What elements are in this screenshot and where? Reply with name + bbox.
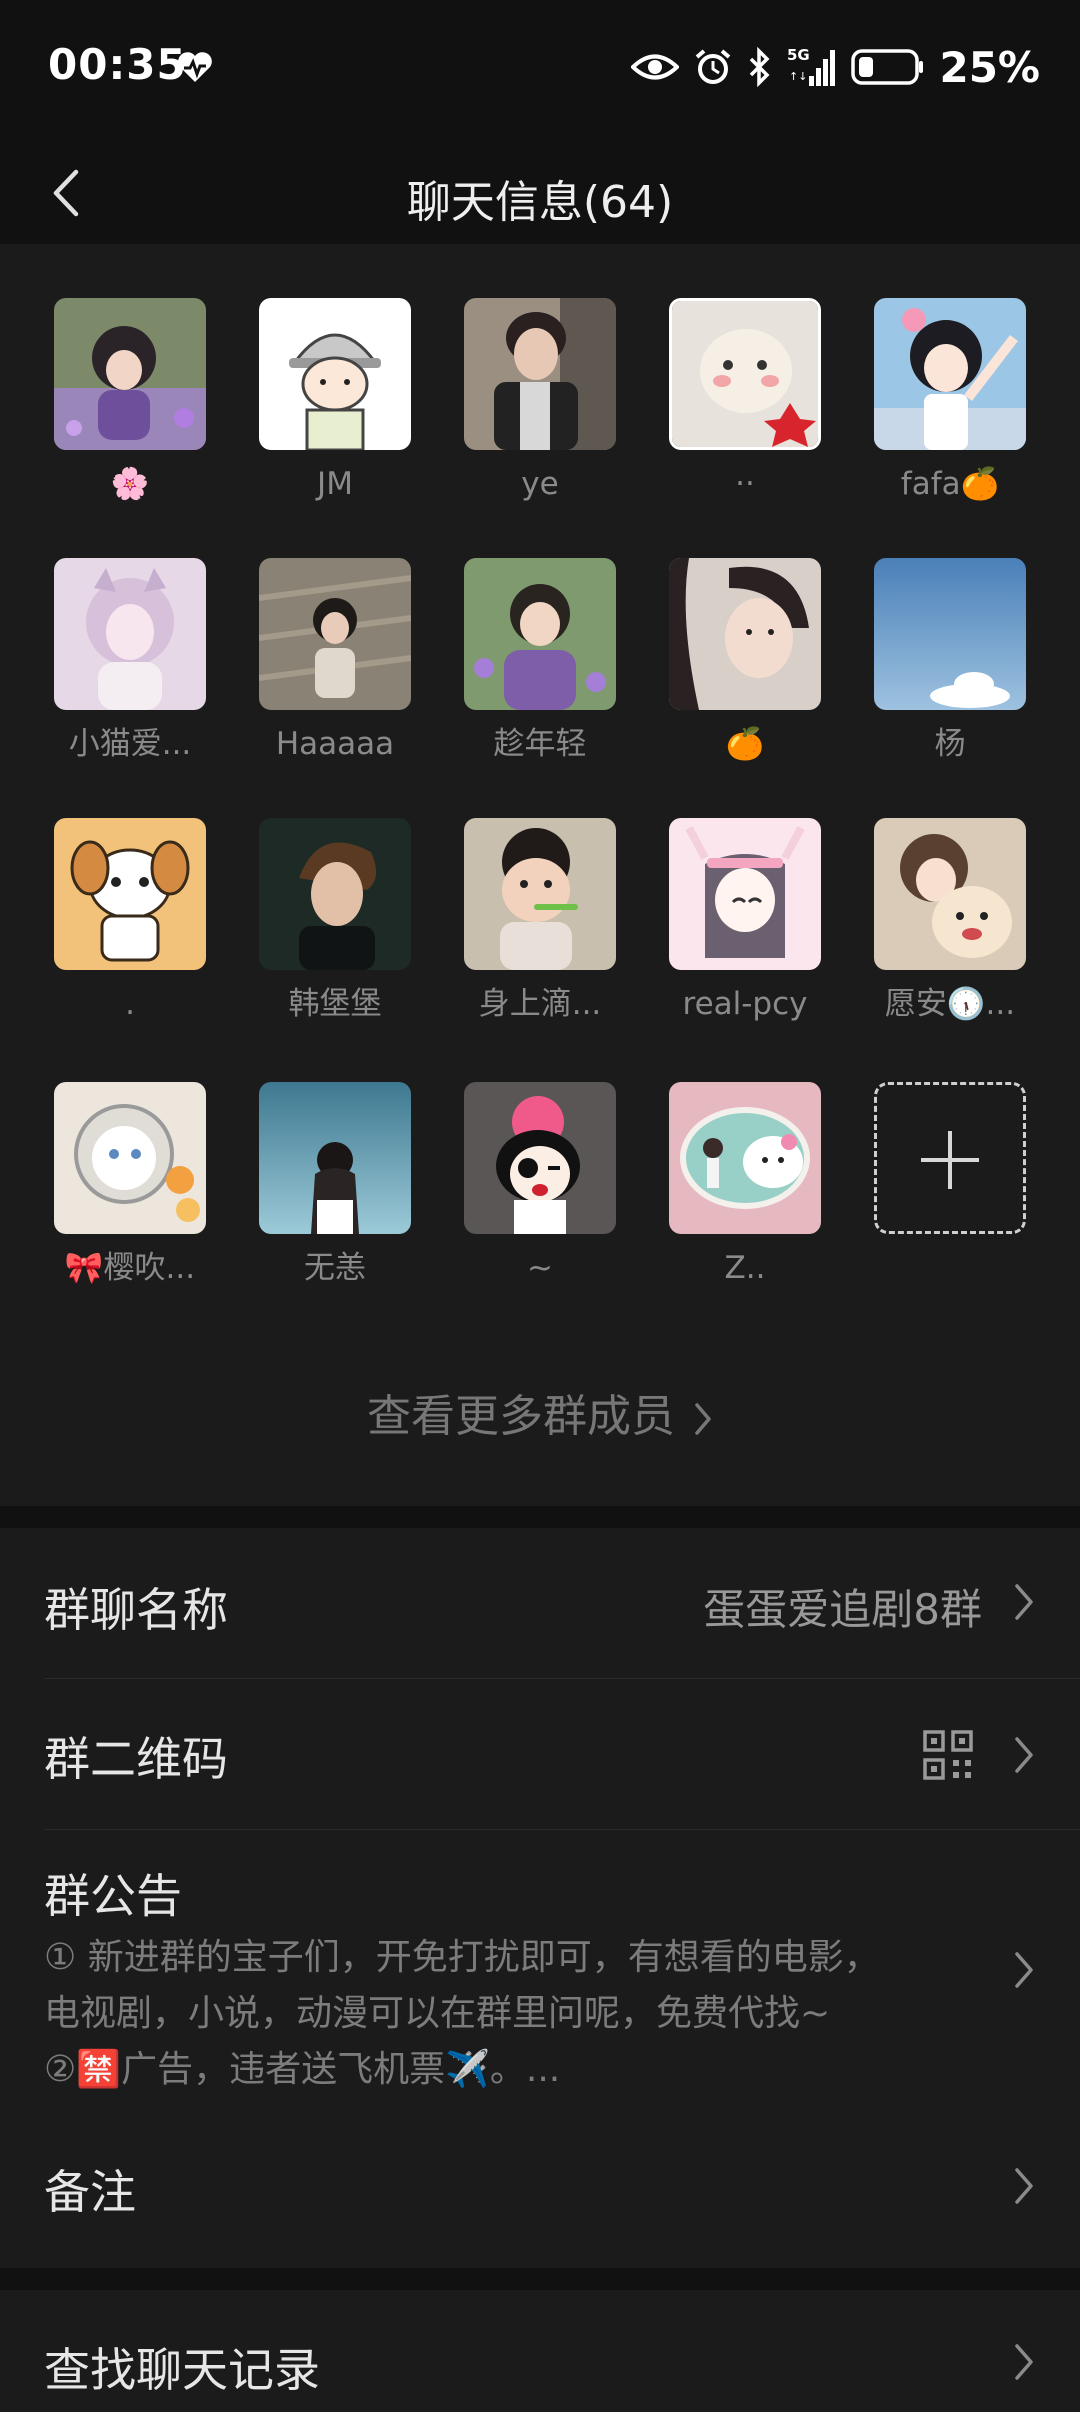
status-bar: 00:35 5G ↑↓ 25% (0, 0, 1080, 140)
avatar (54, 1082, 206, 1234)
member-item[interactable]: 无恙 (259, 1082, 411, 1288)
avatar (464, 298, 616, 450)
chevron-right-icon (1015, 1952, 1033, 1988)
member-name: 小猫爱... (68, 726, 192, 762)
group-qr-row[interactable]: 群二维码 (0, 1679, 1080, 1829)
chevron-right-icon (1015, 2168, 1033, 2204)
status-time: 00:35 (48, 40, 187, 89)
member-item[interactable]: 趁年轻 (464, 558, 616, 764)
avatar (464, 818, 616, 970)
member-item[interactable]: ye (464, 298, 616, 504)
remark-row[interactable]: 备注 (0, 2104, 1080, 2268)
members-panel: 🌸 JM ye ·· fafa🍊 小猫爱... Haaaaa 趁年轻 🍊 杨 .… (0, 244, 1080, 1506)
member-name: 🍊 (725, 726, 765, 762)
member-name: 身上滴... (478, 986, 602, 1022)
battery-percent: 25% (939, 42, 1040, 92)
eye-icon (631, 54, 680, 80)
view-more-members-button[interactable]: 查看更多群成员 (0, 1380, 1080, 1444)
battery-icon (851, 49, 924, 85)
view-more-members-label: 查看更多群成员 (367, 1391, 675, 1442)
avatar (259, 298, 411, 450)
group-notice-text: ① 新进群的宝子们，开免打扰即可，有想看的电影， 电视剧，小说，动漫可以在群里问… (44, 1930, 964, 2098)
avatar (54, 298, 206, 450)
avatar (259, 558, 411, 710)
member-item[interactable]: fafa🍊 (874, 298, 1026, 504)
remark-label: 备注 (44, 2165, 136, 2219)
notice-line: ① 新进群的宝子们，开免打扰即可，有想看的电影， (44, 1937, 880, 1978)
member-name: 愿安🕠... (884, 986, 1016, 1022)
group-name-value: 蛋蛋爱追剧8群 (703, 1585, 982, 1634)
member-name: 🌸 (110, 466, 150, 502)
avatar (669, 1082, 821, 1234)
member-item[interactable]: 🎀樱吹... (54, 1082, 206, 1288)
member-item[interactable]: 小猫爱... (54, 558, 206, 764)
member-name: ye (521, 466, 559, 502)
avatar (669, 298, 821, 450)
member-name: 🎀樱吹... (64, 1250, 196, 1286)
chevron-right-icon (1015, 1737, 1033, 1773)
member-item[interactable]: real-pcy (669, 818, 821, 1024)
avatar (464, 1082, 616, 1234)
chevron-right-icon (1015, 2344, 1033, 2380)
member-item[interactable]: Z.. (669, 1082, 821, 1288)
status-indicators: 5G ↑↓ 25% (631, 42, 1040, 92)
member-item[interactable]: 身上滴... (464, 818, 616, 1024)
member-item[interactable]: 🌸 (54, 298, 206, 504)
group-name-label: 群聊名称 (44, 1583, 228, 1637)
alarm-icon (696, 49, 731, 84)
member-item[interactable]: 🍊 (669, 558, 821, 764)
chevron-right-icon (695, 1403, 711, 1435)
avatar (259, 818, 411, 970)
member-item[interactable]: ·· (669, 298, 821, 504)
group-settings: 群聊名称 蛋蛋爱追剧8群 群二维码 群公告 ① 新进群的宝子们，开免打扰即可，有… (0, 1528, 1080, 2268)
member-item[interactable]: 杨 (874, 558, 1026, 764)
heartbeat-icon (178, 52, 212, 82)
member-name: Haaaaa (275, 726, 395, 762)
avatar (259, 1082, 411, 1234)
qr-code-icon (923, 1730, 973, 1780)
member-item[interactable]: 愿安🕠... (874, 818, 1026, 1024)
chevron-right-icon (1015, 1584, 1033, 1620)
svg-text:5G: 5G (787, 46, 810, 64)
avatar (54, 818, 206, 970)
member-name: . (125, 986, 135, 1022)
member-name: 无恙 (304, 1250, 366, 1286)
bluetooth-icon (750, 47, 770, 87)
member-name: 韩堡堡 (288, 986, 382, 1022)
member-name: ·· (735, 466, 755, 502)
member-item[interactable]: 韩堡堡 (259, 818, 411, 1024)
member-name: real-pcy (682, 986, 808, 1022)
avatar (874, 818, 1026, 970)
svg-text:↑↓: ↑↓ (789, 70, 807, 83)
group-qr-label: 群二维码 (44, 1732, 228, 1786)
member-name: 趁年轻 (493, 726, 587, 762)
member-item[interactable]: ~ (464, 1082, 616, 1288)
page-title: 聊天信息(64) (406, 177, 674, 228)
avatar (669, 558, 821, 710)
notice-line: 电视剧，小说，动漫可以在群里问呢，免费代找~ (44, 1993, 831, 2034)
avatar (54, 558, 206, 710)
member-name: JM (317, 466, 353, 502)
group-notice-label: 群公告 (44, 1869, 182, 1923)
avatar (669, 818, 821, 970)
group-name-row[interactable]: 群聊名称 蛋蛋爱追剧8群 (0, 1528, 1080, 1678)
add-member-button[interactable] (874, 1082, 1026, 1234)
member-name: Z.. (724, 1250, 766, 1286)
signal-icon: 5G ↑↓ (787, 46, 836, 86)
avatar (464, 558, 616, 710)
search-chat-history-label: 查找聊天记录 (44, 2343, 320, 2397)
avatar (874, 298, 1026, 450)
member-item[interactable]: Haaaaa (259, 558, 411, 764)
member-item[interactable]: JM (259, 298, 411, 504)
member-item[interactable]: . (54, 818, 206, 1024)
header: 聊天信息(64) (0, 140, 1080, 244)
member-name: ~ (527, 1250, 553, 1286)
member-name: fafa🍊 (900, 466, 1000, 502)
avatar (874, 558, 1026, 710)
member-name: 杨 (934, 726, 966, 762)
notice-line: ②🈲广告，违者送飞机票✈️。... (44, 2049, 561, 2090)
search-chat-history-row[interactable]: 查找聊天记录 (0, 2290, 1080, 2412)
group-notice-row[interactable]: 群公告 ① 新进群的宝子们，开免打扰即可，有想看的电影， 电视剧，小说，动漫可以… (0, 1830, 1080, 2104)
